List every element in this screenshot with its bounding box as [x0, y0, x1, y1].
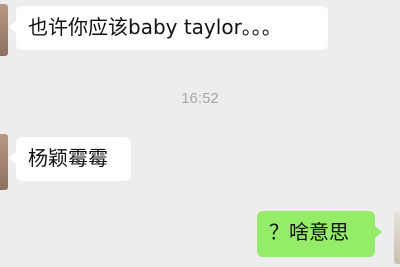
incoming-message-bubble[interactable]: 也许你应该baby taylor。。。 — [9, 6, 328, 50]
contact-avatar[interactable] — [0, 134, 8, 190]
bubble-tail — [375, 226, 382, 238]
bubble-tail — [9, 152, 16, 164]
message-text: ？啥意思 — [269, 220, 349, 244]
bubble-tail — [9, 21, 16, 33]
user-avatar[interactable] — [394, 212, 400, 264]
message-text: 也许你应该baby taylor。。。 — [28, 15, 282, 39]
message-text: 杨颖霉霉 — [28, 146, 108, 170]
message-timestamp: 16:52 — [181, 90, 219, 107]
incoming-message-bubble[interactable]: 杨颖霉霉 — [9, 137, 131, 181]
contact-avatar[interactable] — [0, 4, 8, 56]
chat-conversation: 也许你应该baby taylor。。。 16:52 杨颖霉霉 ？啥意思 — [0, 0, 400, 267]
outgoing-message-bubble[interactable]: ？啥意思 — [257, 211, 382, 257]
